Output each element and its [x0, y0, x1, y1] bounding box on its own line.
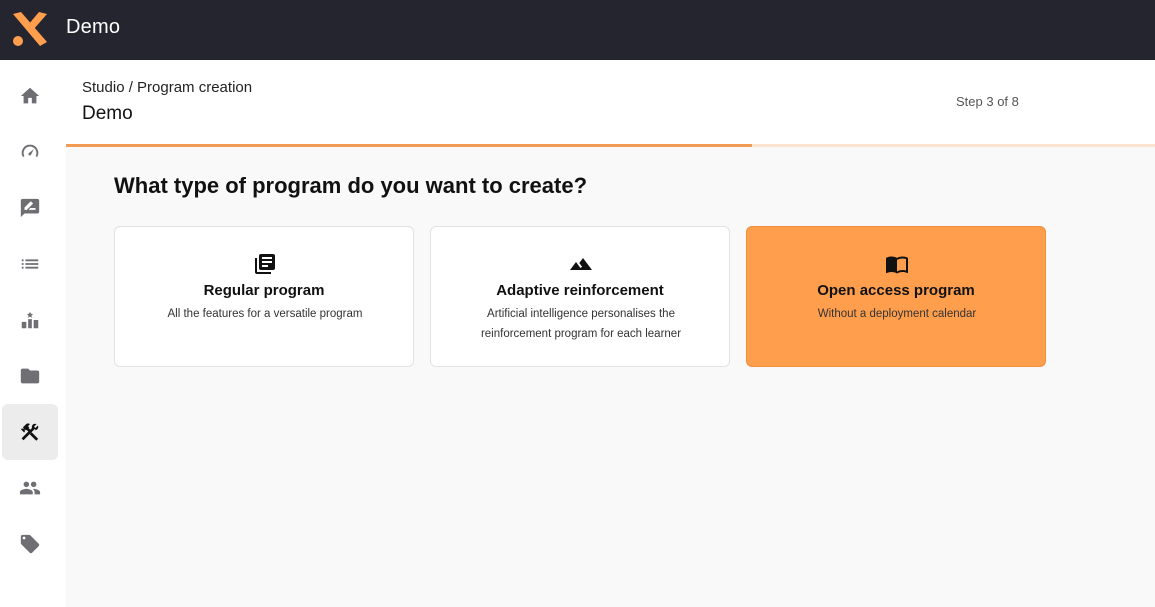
- library-books-icon: [253, 252, 277, 276]
- breadcrumb[interactable]: Studio / Program creation: [82, 79, 252, 96]
- leaderboard-icon: [21, 311, 39, 329]
- people-icon: [19, 481, 41, 495]
- progress-bar: [66, 144, 1155, 147]
- sidebar-item-studio[interactable]: [2, 404, 58, 460]
- tools-icon: [20, 423, 39, 441]
- folder-icon: [20, 368, 40, 384]
- sidebar-item-leaderboard[interactable]: [2, 292, 58, 348]
- sidebar-item-people[interactable]: [2, 460, 58, 516]
- card-description: All the features for a versatile program: [167, 308, 363, 320]
- logo-icon[interactable]: [11, 10, 49, 48]
- sidebar-item-folder[interactable]: [2, 348, 58, 404]
- card-description: Without a deployment calendar: [817, 308, 977, 320]
- card-description: Artificial intelligence personalises the…: [480, 308, 682, 340]
- progress-bar-fill: [66, 144, 753, 147]
- tag-icon: [20, 534, 40, 554]
- top-bar: Demo: [0, 0, 1155, 60]
- sidebar-item-messages[interactable]: [2, 180, 58, 236]
- open-book-icon: [885, 252, 909, 276]
- card-title: Adaptive reinforcement: [496, 282, 664, 299]
- sidebar-item-dashboard[interactable]: [2, 124, 58, 180]
- program-type-card-adaptive[interactable]: Adaptive reinforcement Artificial intell…: [430, 226, 730, 367]
- app-title: Demo: [66, 16, 121, 38]
- sidebar-item-list[interactable]: [2, 236, 58, 292]
- sidebar-item-home[interactable]: [2, 68, 58, 124]
- sidebar: [0, 60, 66, 607]
- list-icon: [21, 259, 39, 269]
- question-heading: What type of program do you want to crea…: [114, 173, 588, 198]
- edit-message-icon: [20, 198, 40, 218]
- dashboard-icon: [21, 144, 39, 158]
- card-title: Open access program: [817, 282, 975, 299]
- step-indicator: Step 3 of 8: [956, 94, 1019, 109]
- card-title: Regular program: [203, 282, 325, 299]
- program-type-card-regular[interactable]: Regular program All the features for a v…: [114, 226, 414, 367]
- page-header: Studio / Program creation Demo Step 3 of…: [66, 60, 1155, 144]
- program-type-card-open-access[interactable]: Open access program Without a deployment…: [746, 226, 1046, 367]
- landscape-icon: [569, 252, 593, 276]
- page-title: Demo: [82, 103, 133, 124]
- sidebar-item-tags[interactable]: [2, 516, 58, 572]
- home-icon: [20, 87, 40, 104]
